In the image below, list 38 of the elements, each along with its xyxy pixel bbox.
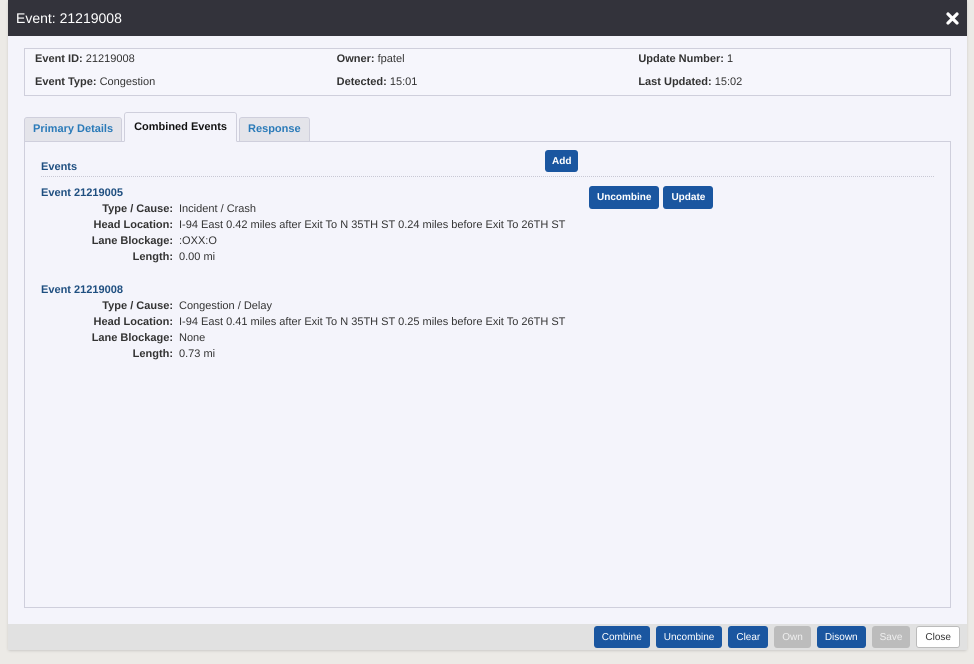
window-title: Event: 21219008 bbox=[16, 8, 122, 28]
field-value: Congestion / Delay bbox=[179, 298, 272, 314]
add-button[interactable]: Add bbox=[545, 150, 578, 172]
section-heading: Events bbox=[41, 160, 78, 176]
field-value: None bbox=[179, 330, 206, 346]
field-value: 0.73 mi bbox=[179, 346, 216, 362]
field-value: I-94 East 0.42 miles after Exit To N 35TH ST 0.24 miles before Exit To 26TH ST bbox=[179, 218, 566, 233]
summary-field: Update Number: 1 bbox=[638, 51, 940, 72]
field-value: I-94 East 0.41 miles after Exit To N 35TH ST 0.25 miles before Exit To 26TH ST bbox=[179, 314, 566, 330]
footer-button[interactable]: Close bbox=[916, 626, 960, 648]
field-label: Head Location: bbox=[92, 218, 174, 233]
tab[interactable]: Primary Details bbox=[24, 117, 122, 142]
tab[interactable]: Response bbox=[239, 117, 310, 142]
summary-field: Event ID: 21219008 bbox=[35, 51, 337, 72]
event-title: Event 21219005 bbox=[41, 186, 123, 201]
field-label: Lane Blockage: bbox=[90, 330, 174, 346]
footer-button[interactable]: Combine bbox=[594, 626, 650, 648]
field-value: Incident / Crash bbox=[179, 202, 256, 217]
summary-field: Owner: fpatel bbox=[336, 51, 638, 72]
footer-button[interactable]: Clear bbox=[728, 626, 768, 648]
field-value: 0.00 mi bbox=[179, 250, 216, 265]
field-label: Length: bbox=[132, 346, 174, 362]
summary-field: Event Type: Congestion bbox=[35, 74, 337, 95]
summary-field: Last Updated: 15:02 bbox=[638, 74, 940, 95]
close-icon[interactable] bbox=[946, 12, 959, 24]
footer-button[interactable]: Uncombine bbox=[656, 626, 722, 648]
update-button[interactable]: Update bbox=[663, 186, 714, 209]
field-label: Lane Blockage: bbox=[90, 234, 174, 249]
event-title: Event 21219008 bbox=[41, 283, 123, 298]
footer-button[interactable]: Disown bbox=[816, 626, 866, 648]
tab[interactable]: Combined Events bbox=[124, 112, 238, 142]
field-label: Type / Cause: bbox=[101, 298, 174, 314]
uncombine-button[interactable]: Uncombine bbox=[589, 186, 660, 209]
field-label: Length: bbox=[132, 250, 174, 265]
field-label: Type / Cause: bbox=[101, 202, 174, 217]
summary-field: Detected: 15:01 bbox=[336, 74, 638, 95]
field-value: :OXX:O bbox=[179, 234, 217, 249]
field-label: Head Location: bbox=[92, 314, 174, 330]
